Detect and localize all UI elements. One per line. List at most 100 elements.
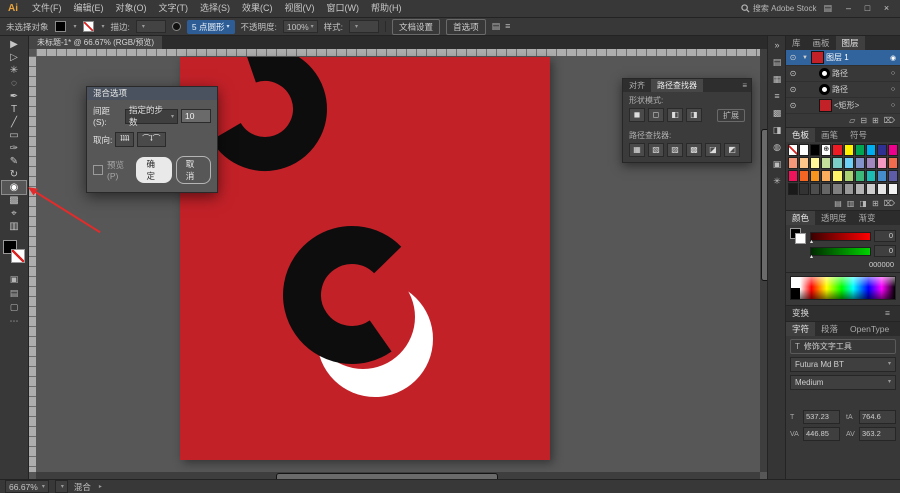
crop-icon[interactable]: ▩ <box>686 143 702 157</box>
arrange-documents-icon[interactable]: ▤ <box>492 21 501 32</box>
stroke-weight-select[interactable]: ▾ <box>135 20 166 33</box>
swatch[interactable] <box>865 183 876 195</box>
swatch[interactable] <box>854 157 865 169</box>
close-button[interactable]: × <box>877 0 896 17</box>
target-icon[interactable]: ○ <box>888 86 898 93</box>
hex-value[interactable]: 000000 <box>790 260 896 269</box>
color-guide-panel-icon[interactable]: ▦ <box>770 73 784 86</box>
swatch[interactable] <box>865 157 876 169</box>
artboard-nav-select[interactable]: ▾ <box>54 480 68 493</box>
swatch[interactable] <box>788 157 799 169</box>
swatch[interactable] <box>887 144 898 156</box>
merge-icon[interactable]: ▨ <box>667 143 683 157</box>
field-value[interactable]: 363.2 <box>859 427 896 441</box>
swatch[interactable] <box>865 170 876 182</box>
swatch[interactable] <box>854 144 865 156</box>
target-icon[interactable]: ○ <box>888 70 898 77</box>
line-segment-tool[interactable]: ╱ <box>2 116 26 129</box>
tab-brushes[interactable]: 画笔 <box>815 128 844 142</box>
visibility-toggle-icon[interactable]: ⊙ <box>788 69 798 78</box>
expander-icon[interactable]: ▼ <box>802 55 809 61</box>
menu-item[interactable]: 编辑(E) <box>68 0 110 17</box>
stroke-color-well[interactable] <box>82 21 94 32</box>
delete-layer-button[interactable]: ⌦ <box>884 116 895 125</box>
swatch[interactable] <box>832 157 843 169</box>
gradient-mode-icon[interactable]: ▤ <box>2 287 26 299</box>
tab-layers[interactable]: 图层 <box>835 36 865 50</box>
swatch-kinds-button[interactable]: ▥ <box>847 199 855 208</box>
swatch[interactable] <box>832 170 843 182</box>
swatch[interactable] <box>876 157 887 169</box>
style-select[interactable]: ▾ <box>349 20 380 33</box>
tab-gradient[interactable]: 渐变 <box>853 211 882 225</box>
layer-row[interactable]: ⊙ ▼ 图层 1 ◉ <box>786 50 900 66</box>
tab-artboards[interactable]: 画板 <box>807 36 836 50</box>
spacing-select[interactable]: 指定的步数 ▾ <box>125 105 178 127</box>
gradient-panel-icon[interactable]: ▩ <box>770 107 784 120</box>
appearance-panel-icon[interactable]: ◍ <box>770 141 784 154</box>
slider-track[interactable]: ▴ <box>810 231 871 245</box>
tab-symbols[interactable]: 符号 <box>844 128 873 142</box>
more-tools-icon[interactable]: ⋯ <box>2 315 26 327</box>
fill-color-well[interactable] <box>54 21 66 32</box>
tab-swatches[interactable]: 色板 <box>786 128 816 142</box>
zoom-select[interactable]: 66.67% ▾ <box>5 480 49 493</box>
menu-item[interactable]: 文字(T) <box>153 0 195 17</box>
pen-tool[interactable]: ✒ <box>2 90 26 103</box>
swatch[interactable] <box>865 144 876 156</box>
swatch-libraries-button[interactable]: ▤ <box>834 199 842 208</box>
align-to-path-button[interactable]: ⌒ʇ⌒ <box>137 132 166 147</box>
document-setup-button[interactable]: 文档设置 <box>392 18 441 35</box>
swatch-options-button[interactable]: ◨ <box>859 199 867 208</box>
opacity-select[interactable]: 100% ▾ <box>282 20 318 33</box>
symbols-panel-icon[interactable]: ✳ <box>770 175 784 188</box>
swatch[interactable] <box>788 144 799 156</box>
menu-item[interactable]: 帮助(H) <box>365 0 408 17</box>
color-spectrum[interactable] <box>790 276 896 300</box>
swatch[interactable] <box>876 144 887 156</box>
rectangle-tool[interactable]: ▭ <box>2 129 26 142</box>
field-value[interactable]: 764.6 <box>859 410 896 424</box>
selection-tool[interactable]: ▶ <box>2 38 26 51</box>
swatch[interactable] <box>832 144 843 156</box>
touch-type-tool-button[interactable]: T 修饰文字工具 <box>790 339 896 354</box>
slider-value[interactable]: 0 <box>874 245 896 257</box>
swatch[interactable] <box>810 144 821 156</box>
color-stroke-chip[interactable] <box>795 233 806 244</box>
paintbrush-tool[interactable]: ✑ <box>2 142 26 155</box>
transparency-panel-icon[interactable]: ◨ <box>770 124 784 137</box>
layer-row[interactable]: ⊙ 路径 ○ <box>786 66 900 82</box>
tab-align[interactable]: 对齐 <box>623 79 651 92</box>
tab-opentype[interactable]: OpenType <box>844 322 895 336</box>
menu-item[interactable]: 选择(S) <box>194 0 236 17</box>
intersect-icon[interactable]: ◧ <box>667 108 683 122</box>
gradient-tool[interactable]: ▩ <box>2 194 26 207</box>
column-graph-tool[interactable]: ▥ <box>2 220 26 233</box>
slider-track[interactable]: ▴ <box>810 246 871 260</box>
fill-color-mode-icon[interactable]: ▣ <box>2 273 26 285</box>
layer-name[interactable]: 图层 1 <box>826 52 886 63</box>
field-value[interactable]: 446.85 <box>803 427 840 441</box>
swatch[interactable] <box>854 183 865 195</box>
swatch[interactable] <box>854 170 865 182</box>
workspace-menu-icon[interactable]: ≡ <box>505 21 510 32</box>
swatch[interactable] <box>821 183 832 195</box>
swatch[interactable] <box>821 170 832 182</box>
brush-definition-select[interactable]: 5 点圆形 ▾ <box>186 19 235 34</box>
maximize-button[interactable]: □ <box>858 0 877 17</box>
expand-panels-icon[interactable]: » <box>770 39 784 52</box>
tab-pathfinder[interactable]: 路径查找器 <box>651 79 703 92</box>
swatch[interactable] <box>810 157 821 169</box>
unite-icon[interactable]: ◼ <box>629 108 645 122</box>
spectrum-endcaps[interactable] <box>791 277 800 299</box>
swatch[interactable] <box>788 183 799 195</box>
new-sublayer-button[interactable]: ⊟ <box>860 116 867 125</box>
visibility-toggle-icon[interactable]: ⊙ <box>788 101 798 110</box>
spectrum-bar[interactable] <box>800 277 895 299</box>
swatch[interactable] <box>843 170 854 182</box>
preferences-button[interactable]: 首选项 <box>446 18 486 35</box>
tab-transparency[interactable]: 透明度 <box>815 211 853 225</box>
layer-row[interactable]: ⊙ <矩形> ○ <box>786 98 900 114</box>
trim-icon[interactable]: ▧ <box>648 143 664 157</box>
pencil-tool[interactable]: ✎ <box>2 155 26 168</box>
